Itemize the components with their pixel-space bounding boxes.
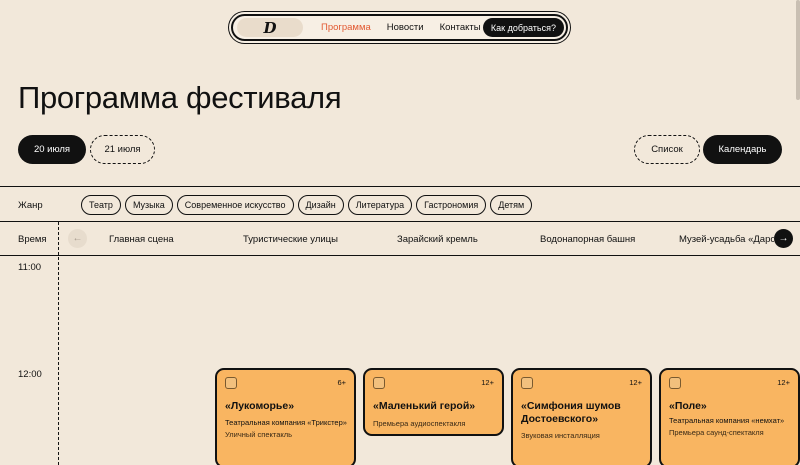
event-description: Звуковая инсталляция	[521, 431, 600, 440]
genre-chip-design[interactable]: Дизайн	[297, 195, 344, 215]
age-rating: 6+	[337, 378, 346, 387]
genre-chip-modern-art[interactable]: Современное искусство	[176, 195, 294, 215]
time-column-divider	[58, 222, 59, 465]
age-rating: 12+	[777, 378, 790, 387]
divider	[0, 186, 800, 187]
checkbox-icon[interactable]	[521, 377, 533, 389]
hour-label: 11:00	[18, 262, 42, 273]
date-20-july-button[interactable]: 20 июля	[18, 135, 86, 164]
top-navigation: D Программа Новости Контакты Как добрать…	[231, 14, 568, 41]
event-name: «Симфония шумов Достоевского»	[521, 400, 621, 425]
list-view-button[interactable]: Список	[634, 135, 700, 164]
genre-chip-music[interactable]: Музыка	[124, 195, 173, 215]
genre-label: Жанр	[18, 200, 43, 211]
divider	[0, 255, 800, 256]
event-company: Театральная компания «немхат»	[669, 416, 785, 425]
event-card[interactable]: 12+ «Симфония шумов Достоевского» Звуков…	[511, 368, 652, 465]
event-name: «Лукоморье»	[225, 400, 295, 412]
divider	[0, 221, 800, 222]
date-21-july-button[interactable]: 21 июля	[90, 135, 155, 164]
nav-link-contacts[interactable]: Контакты	[440, 22, 481, 33]
page-scrollbar[interactable]	[796, 0, 800, 100]
event-card[interactable]: 12+ «Поле» Театральная компания «немхат»…	[659, 368, 800, 465]
genre-chips: Театр Музыка Современное искусство Дизай…	[81, 195, 533, 215]
calendar-view-button[interactable]: Календарь	[703, 135, 782, 164]
event-name: «Маленький герой»	[373, 400, 476, 412]
venue-main-stage: Главная сцена	[109, 234, 174, 245]
event-description: Премьера саунд-спектакля	[669, 428, 764, 437]
venue-header-strip: Главная сцена Туристические улицы Зарайс…	[0, 222, 774, 255]
time-column-label: Время	[18, 234, 47, 245]
arrow-left-icon[interactable]: ←	[68, 229, 87, 248]
venue-water-tower: Водонапорная башня	[540, 234, 636, 245]
arrow-right-icon[interactable]: →	[774, 229, 793, 248]
nav-link-news[interactable]: Новости	[387, 22, 424, 33]
venue-darovoe-museum: Музей-усадьба «Дарово»	[679, 234, 774, 245]
checkbox-icon[interactable]	[225, 377, 237, 389]
checkbox-icon[interactable]	[373, 377, 385, 389]
logo-mark: D	[263, 18, 277, 37]
nav-link-program[interactable]: Программа	[321, 22, 371, 33]
logo[interactable]: D	[237, 18, 303, 37]
venue-tourist-streets: Туристические улицы	[243, 234, 338, 245]
event-description: Премьера аудиоспектакля	[373, 419, 466, 428]
how-to-get-button[interactable]: Как добраться?	[482, 18, 564, 37]
event-name: «Поле»	[669, 400, 707, 412]
venue-zaraysk-kremlin: Зарайский кремль	[397, 234, 478, 245]
event-description: Уличный спектакль	[225, 430, 293, 439]
genre-chip-gastronomy[interactable]: Гастрономия	[416, 195, 487, 215]
genre-chip-kids[interactable]: Детям	[490, 195, 533, 215]
hour-label: 12:00	[18, 369, 42, 380]
age-rating: 12+	[481, 378, 494, 387]
genre-chip-literature[interactable]: Литература	[347, 195, 413, 215]
age-rating: 12+	[629, 378, 642, 387]
genre-chip-theatre[interactable]: Театр	[81, 195, 121, 215]
checkbox-icon[interactable]	[669, 377, 681, 389]
event-card[interactable]: 12+ «Маленький герой» Премьера аудиоспек…	[363, 368, 504, 436]
event-card[interactable]: 6+ «Лукоморье» Театральная компания «Три…	[215, 368, 356, 465]
page-title: Программа фестиваля	[18, 80, 342, 115]
event-company: Театральная компания «Трикстер»	[225, 418, 347, 427]
